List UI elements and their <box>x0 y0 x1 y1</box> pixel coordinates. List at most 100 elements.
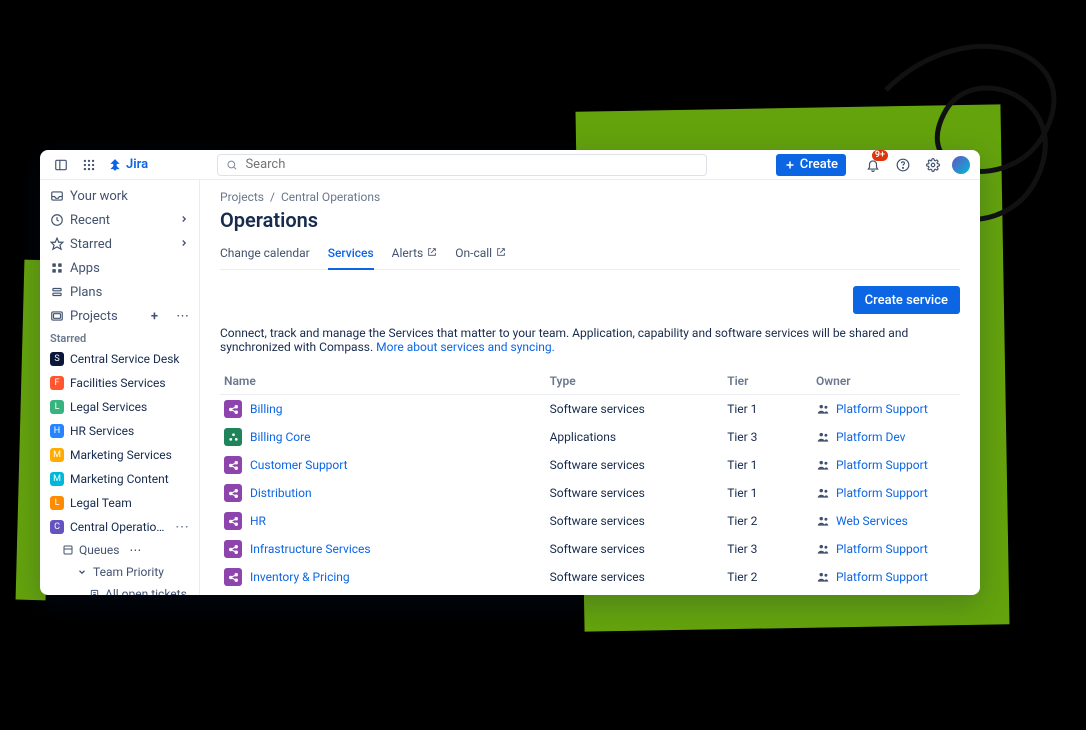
sidebar-item-label: Apps <box>70 261 100 276</box>
tabs: Change calendar Services Alerts On-call <box>220 240 960 270</box>
sidebar-tree-queues[interactable]: Queues ⋯ <box>40 539 199 561</box>
app-logo[interactable]: Jira <box>108 157 148 172</box>
panel-toggle-button[interactable] <box>50 154 72 176</box>
gear-icon <box>926 158 940 172</box>
table-row: Billing CoreApplicationsTier 3Platform D… <box>220 423 960 451</box>
sidebar-project-marketing-services[interactable]: MMarketing Services <box>40 443 199 467</box>
sidebar-leaf-all-open-tickets[interactable]: All open tickets <box>40 583 199 595</box>
service-tier: Tier 2 <box>723 563 812 591</box>
service-icon <box>224 484 242 502</box>
create-service-button[interactable]: Create service <box>853 286 960 314</box>
sidebar-item-your-work[interactable]: Your work <box>40 184 199 208</box>
project-label: Legal Services <box>70 400 189 414</box>
service-name-link[interactable]: Billing Core <box>250 430 310 444</box>
sidebar-item-apps[interactable]: Apps <box>40 256 199 280</box>
tab-alerts[interactable]: Alerts <box>392 240 438 270</box>
service-owner-link[interactable]: Platform Support <box>836 458 928 472</box>
sidebar-project-facilities-services[interactable]: FFacilities Services <box>40 371 199 395</box>
queues-more-icon[interactable]: ⋯ <box>129 543 141 557</box>
service-icon <box>224 568 242 586</box>
service-owner-link[interactable]: Platform Support <box>836 542 928 556</box>
project-icon: S <box>50 352 64 366</box>
sidebar-project-central-service-desk[interactable]: SCentral Service Desk <box>40 347 199 371</box>
create-button-label: Create <box>800 157 838 172</box>
tab-services[interactable]: Services <box>328 240 374 270</box>
breadcrumb-root[interactable]: Projects <box>220 190 264 204</box>
team-icon <box>816 486 830 500</box>
sidebar-item-label: Recent <box>70 213 110 228</box>
helper-link[interactable]: More about services and syncing. <box>376 340 555 354</box>
service-type: Software services <box>546 507 724 535</box>
project-label: Facilities Services <box>70 376 189 390</box>
project-label: Marketing Services <box>70 448 189 462</box>
more-icon[interactable]: ⋯ <box>176 309 189 324</box>
service-type: Software services <box>546 451 724 479</box>
col-type[interactable]: Type <box>546 368 724 395</box>
sidebar-starred-heading: Starred <box>40 328 199 347</box>
service-owner-link[interactable]: Web Services <box>836 514 908 528</box>
sidebar-project-marketing-content[interactable]: MMarketing Content <box>40 467 199 491</box>
service-tier: Tier 3 <box>723 535 812 563</box>
team-label: Team Priority <box>93 565 164 579</box>
tab-on-call[interactable]: On-call <box>455 240 506 270</box>
search-input[interactable] <box>243 156 697 173</box>
tab-label: Change calendar <box>220 246 310 260</box>
service-type: Software services <box>546 563 724 591</box>
sidebar-item-recent[interactable]: Recent <box>40 208 199 232</box>
service-owner-link[interactable]: Platform Dev <box>836 430 906 444</box>
table-row: Infrastructure ServicesSoftware services… <box>220 535 960 563</box>
service-owner-link[interactable]: Platform Support <box>836 570 928 584</box>
chevron-right-icon <box>179 213 189 228</box>
topbar: Jira Create 9+ <box>40 150 980 180</box>
sidebar-item-projects[interactable]: Projects+⋯ <box>40 304 199 328</box>
global-search[interactable] <box>217 154 707 176</box>
sidebar-project-hr-services[interactable]: HHR Services <box>40 419 199 443</box>
plus-icon <box>784 159 796 171</box>
sidebar-tree-team[interactable]: Team Priority <box>40 561 199 583</box>
add-project-icon[interactable]: + <box>151 309 158 324</box>
project-icon: M <box>50 472 64 486</box>
sidebar-project-legal-services[interactable]: L Legal Services <box>40 395 199 419</box>
notifications-button[interactable]: 9+ <box>862 154 884 176</box>
create-button[interactable]: Create <box>776 154 846 176</box>
app-switcher-button[interactable] <box>78 154 100 176</box>
tab-change-calendar[interactable]: Change calendar <box>220 240 310 270</box>
col-name[interactable]: Name <box>220 368 546 395</box>
col-tier[interactable]: Tier <box>723 368 812 395</box>
service-name-link[interactable]: Inventory & Pricing <box>250 570 350 584</box>
app-window: Jira Create 9+ <box>40 150 980 595</box>
table-row: BillingSoftware servicesTier 1Platform S… <box>220 395 960 424</box>
team-icon <box>816 430 830 444</box>
project-icon: L <box>50 400 64 414</box>
service-name-link[interactable]: Infrastructure Services <box>250 542 371 556</box>
service-name-link[interactable]: Billing <box>250 402 283 416</box>
sidebar-item-starred[interactable]: Starred <box>40 232 199 256</box>
queues-label: Queues <box>79 543 119 557</box>
folder-icon <box>50 309 64 323</box>
jira-icon <box>108 158 122 172</box>
breadcrumb-current[interactable]: Central Operations <box>281 190 380 204</box>
project-label: HR Services <box>70 424 189 438</box>
sidebar-item-label: Your work <box>70 189 128 204</box>
sidebar-project-central-operations[interactable]: CCentral Operations⋯ <box>40 515 199 539</box>
service-name-link[interactable]: HR <box>250 514 266 528</box>
project-label: Legal Team <box>70 496 189 510</box>
service-tier: Tier 2 <box>723 507 812 535</box>
service-name-link[interactable]: Customer Support <box>250 458 348 472</box>
notifications-badge: 9+ <box>872 150 888 161</box>
sidebar-item-plans[interactable]: Plans <box>40 280 199 304</box>
helper-text: Connect, track and manage the Services t… <box>220 326 960 368</box>
settings-button[interactable] <box>922 154 944 176</box>
sidebar-project-legal-team[interactable]: LLegal Team <box>40 491 199 515</box>
user-avatar[interactable] <box>952 156 970 174</box>
sidebar-item-label: Plans <box>70 285 102 300</box>
tray-icon <box>50 189 64 203</box>
create-service-label: Create service <box>865 293 948 308</box>
col-owner[interactable]: Owner <box>812 368 960 395</box>
help-button[interactable] <box>892 154 914 176</box>
service-owner-link[interactable]: Platform Support <box>836 402 928 416</box>
service-name-link[interactable]: Distribution <box>250 486 312 500</box>
page-title: Operations <box>220 208 960 232</box>
project-more-icon[interactable]: ⋯ <box>175 520 189 534</box>
service-owner-link[interactable]: Platform Support <box>836 486 928 500</box>
